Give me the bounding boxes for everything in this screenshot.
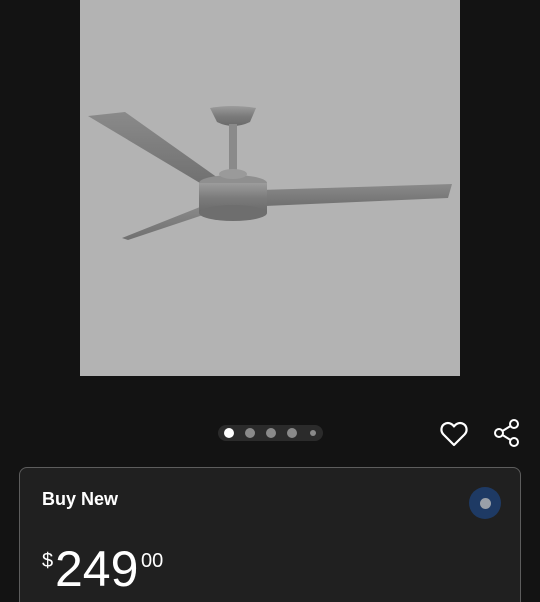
share-icon bbox=[494, 419, 519, 447]
carousel-dot-1[interactable] bbox=[224, 428, 234, 438]
heart-icon bbox=[440, 421, 468, 447]
price-dollars: 249 bbox=[55, 541, 139, 597]
radio-selected-indicator bbox=[479, 497, 491, 509]
share-button[interactable] bbox=[490, 416, 524, 450]
carousel-dot-2[interactable] bbox=[245, 428, 255, 438]
ceiling-fan-illustration bbox=[88, 106, 452, 240]
carousel-dot-5[interactable] bbox=[310, 430, 316, 436]
image-carousel-indicator[interactable] bbox=[218, 425, 323, 441]
product-page: Buy New $ 249 00 bbox=[0, 0, 540, 602]
price-currency: $ bbox=[42, 550, 54, 572]
product-image[interactable] bbox=[80, 0, 460, 376]
buy-new-option-card[interactable]: Buy New $ 249 00 bbox=[19, 467, 521, 602]
favorite-button[interactable] bbox=[437, 417, 471, 451]
carousel-dot-4[interactable] bbox=[287, 428, 297, 438]
price-cents: 00 bbox=[141, 550, 164, 572]
carousel-dot-3[interactable] bbox=[266, 428, 276, 438]
buy-option-title: Buy New bbox=[42, 489, 119, 509]
buy-new-radio[interactable] bbox=[469, 487, 501, 519]
